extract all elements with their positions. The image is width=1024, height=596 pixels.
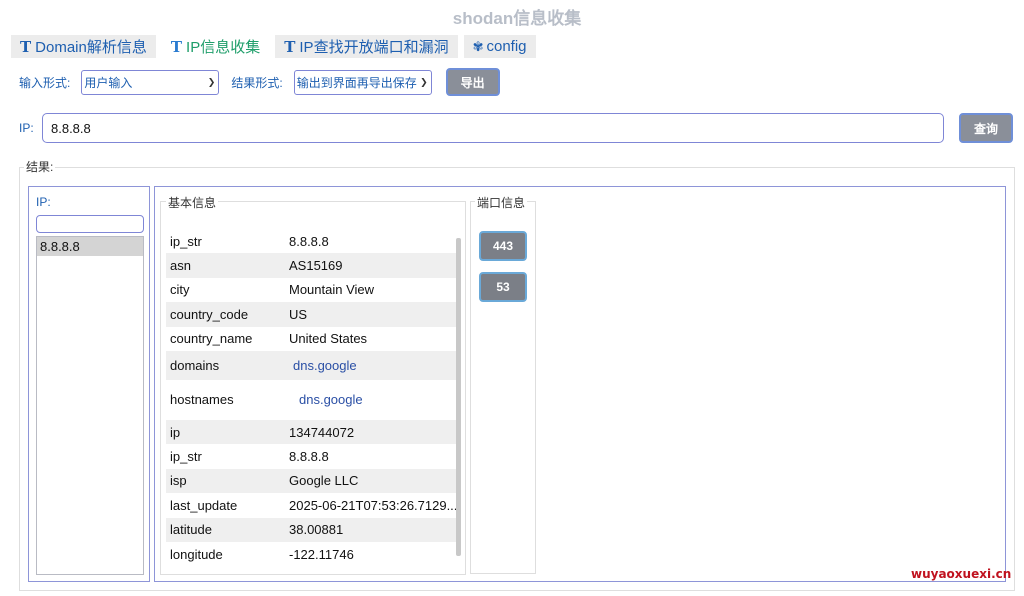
result-mode-label: 结果形式: [231,75,283,90]
field-key: last_update [170,497,238,513]
field-key: ip_str [170,233,202,249]
ip-list: 8.8.8.8 [36,236,144,575]
field-value: -122.11746 [289,546,354,562]
field-value: AS15169 [289,258,343,274]
basic-info-title: 基本信息 [166,194,219,211]
tab-domain[interactable]: T Domain解析信息 [11,35,156,58]
ip-list-item[interactable]: 8.8.8.8 [37,237,143,256]
tab-ip-ports-vulns[interactable]: T IP查找开放端口和漏洞 [275,35,458,58]
port-button[interactable]: 53 [479,272,527,302]
field-key: asn [170,258,191,274]
field-value: 134744072 [289,424,355,440]
field-key: ip [170,424,181,440]
field-value: 8.8.8.8 [289,449,329,465]
window-title: shodan信息收集 [452,9,582,28]
result-mode-select[interactable]: 输出到界面再导出保存 ❯ [293,69,432,95]
field-value: 2025-06-21T07:53:26.7129... [289,497,456,513]
domain-link[interactable]: dns.google [289,358,456,373]
port-info-title: 端口信息 [475,194,528,211]
results-title: 结果: [24,158,56,175]
field-value: Google LLC [289,473,359,489]
table-row: ip_str 8.8.8.8 [166,229,456,253]
table-row: longitude -122.11746 [166,542,456,566]
field-value: 38.00881 [289,522,344,538]
table-row: last_update 2025-06-21T07:53:26.7129... [166,493,456,517]
ip-input[interactable]: 8.8.8.8 [42,113,944,143]
field-key: ip_str [170,449,202,465]
field-key: hostnames [170,392,234,408]
text-type-icon: T [170,37,183,56]
port-button[interactable]: 443 [479,231,527,261]
field-key: isp [170,473,187,489]
basic-info-scrollbar[interactable] [456,238,461,556]
tab-label: config [486,38,527,55]
chevron-down-icon: ❯ [420,76,428,87]
query-button[interactable]: 查询 [959,113,1013,143]
field-value: United States [289,331,368,347]
field-value: Mountain View [289,282,375,298]
ip-list-panel: IP: 8.8.8.8 [28,186,150,582]
input-mode-label: 输入形式: [19,75,71,90]
table-row: ip_str 8.8.8.8 [166,444,456,468]
field-value: 8.8.8.8 [289,233,329,249]
result-mode-value: 输出到界面再导出保存 [296,75,417,90]
ip-label: IP: [19,121,34,135]
input-mode-select[interactable]: 用户输入 ❯ [81,69,220,95]
table-row: asn AS15169 [166,253,456,278]
options-row: 输入形式: 用户输入 ❯ 结果形式: 输出到界面再导出保存 ❯ 导出 [19,68,500,96]
tab-config[interactable]: ✾ config [463,35,536,58]
ip-list-label: IP: [36,195,51,209]
table-row: domains dns.google [166,350,456,380]
gear-icon: ✾ [472,38,484,54]
watermark: wuyaoxuexi.cn [911,567,1012,581]
field-key: country_code [170,306,249,322]
field-key: country_name [170,331,253,347]
table-row: ip 134744072 [166,419,456,445]
field-key: domains [170,357,220,373]
field-value: US [289,306,308,322]
table-row: isp Google LLC [166,468,456,494]
field-key: longitude [170,546,223,562]
table-row: latitude 38.00881 [166,517,456,542]
ip-filter-input[interactable] [36,215,144,233]
hostname-link[interactable]: dns.google [289,392,456,407]
field-key: city [170,282,190,298]
basic-info-table: ip_str 8.8.8.8 asn AS15169 city Mountain… [166,229,456,566]
table-row: hostnames dns.google [166,380,456,420]
text-type-icon: T [284,37,296,56]
input-mode-value: 用户输入 [84,75,133,90]
tab-label: IP查找开放端口和漏洞 [299,39,449,56]
chevron-down-icon: ❯ [207,76,216,87]
tab-ip-info[interactable]: T IP信息收集 [161,35,270,58]
table-row: country_code US [166,302,456,327]
tab-label: IP信息收集 [186,39,261,56]
tab-bar: T Domain解析信息 T IP信息收集 T IP查找开放端口和漏洞 ✾ co… [11,35,536,58]
export-button[interactable]: 导出 [445,68,500,96]
tab-label: Domain解析信息 [35,39,147,56]
table-row: country_name United States [166,327,456,351]
field-key: latitude [170,522,212,538]
text-type-icon: T [20,37,32,56]
table-row: city Mountain View [166,278,456,302]
